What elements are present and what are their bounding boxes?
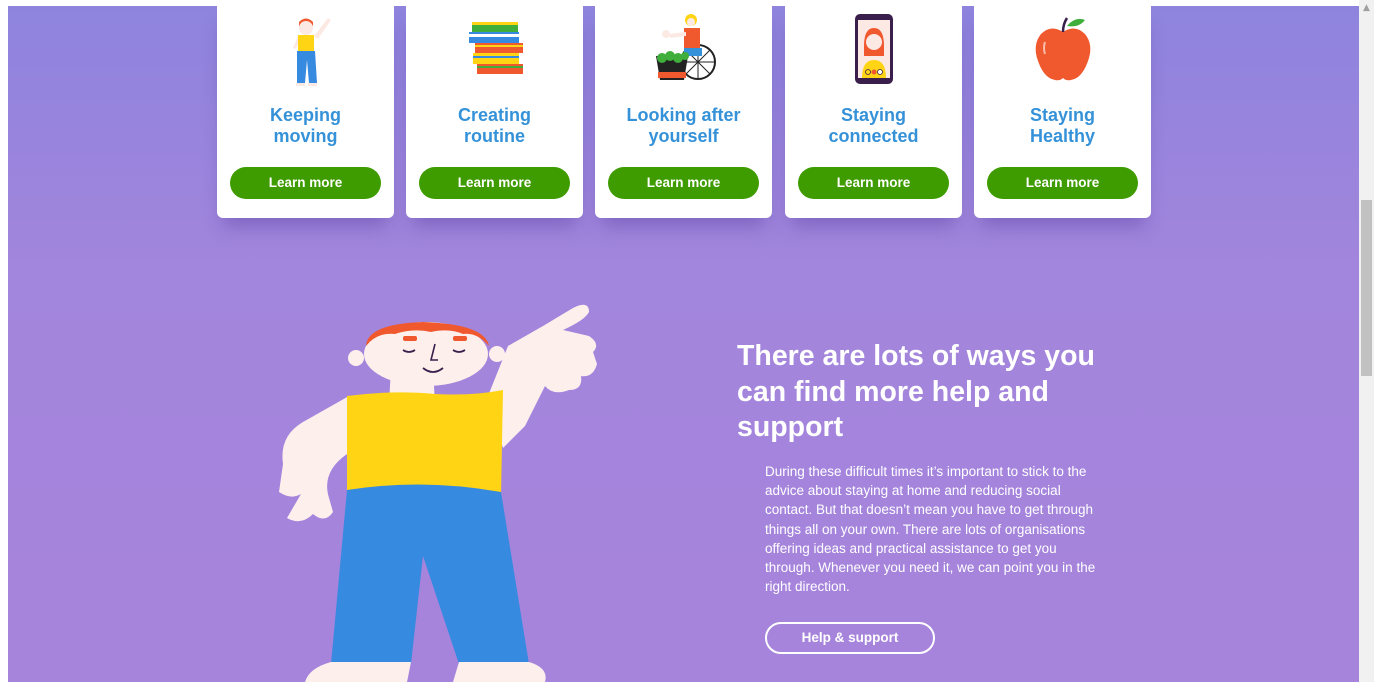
learn-more-button[interactable]: Learn more bbox=[987, 167, 1138, 199]
wheelchair-gardening-icon bbox=[655, 14, 716, 80]
learn-more-button[interactable]: Learn more bbox=[608, 167, 759, 199]
card-title: Keeping moving bbox=[269, 105, 341, 146]
card-title: Staying connected bbox=[828, 105, 919, 146]
book-stack-icon bbox=[468, 22, 523, 74]
card-title: Looking after yourself bbox=[626, 105, 741, 146]
help-support-button[interactable]: Help & support bbox=[765, 622, 935, 654]
card-looking-after-yourself: Looking after yourself Learn more bbox=[595, 6, 772, 218]
learn-more-button[interactable]: Learn more bbox=[419, 167, 570, 199]
vertical-scrollbar[interactable]: ▲ bbox=[1359, 0, 1374, 682]
scroll-up-arrow-icon[interactable]: ▲ bbox=[1362, 4, 1371, 13]
apple-icon bbox=[1035, 17, 1090, 81]
card-title: Creating routine bbox=[457, 105, 531, 146]
learn-more-button[interactable]: Learn more bbox=[798, 167, 949, 199]
learn-more-button[interactable]: Learn more bbox=[230, 167, 381, 199]
phone-video-call-icon bbox=[854, 14, 893, 84]
scrollbar-thumb[interactable] bbox=[1361, 200, 1372, 376]
page: Keeping moving Learn more Creating routi… bbox=[8, 6, 1359, 682]
card-title: Staying Healthy bbox=[1029, 105, 1096, 146]
card-staying-connected: Staying connected Learn more bbox=[785, 6, 962, 218]
hero-title: There are lots of ways you can find more… bbox=[737, 340, 1095, 443]
pointing-person-illustration bbox=[279, 304, 597, 682]
help-support-section: There are lots of ways you can find more… bbox=[737, 339, 1127, 654]
card-creating-routine: Creating routine Learn more bbox=[406, 6, 583, 218]
card-staying-healthy: Staying Healthy Learn more bbox=[974, 6, 1151, 218]
hero-body-text: During these difficult times it’s import… bbox=[765, 464, 1096, 595]
card-keeping-moving: Keeping moving Learn more bbox=[217, 6, 394, 218]
pointing-person-icon bbox=[292, 18, 331, 86]
topic-cards: Keeping moving Learn more Creating routi… bbox=[217, 6, 1151, 218]
